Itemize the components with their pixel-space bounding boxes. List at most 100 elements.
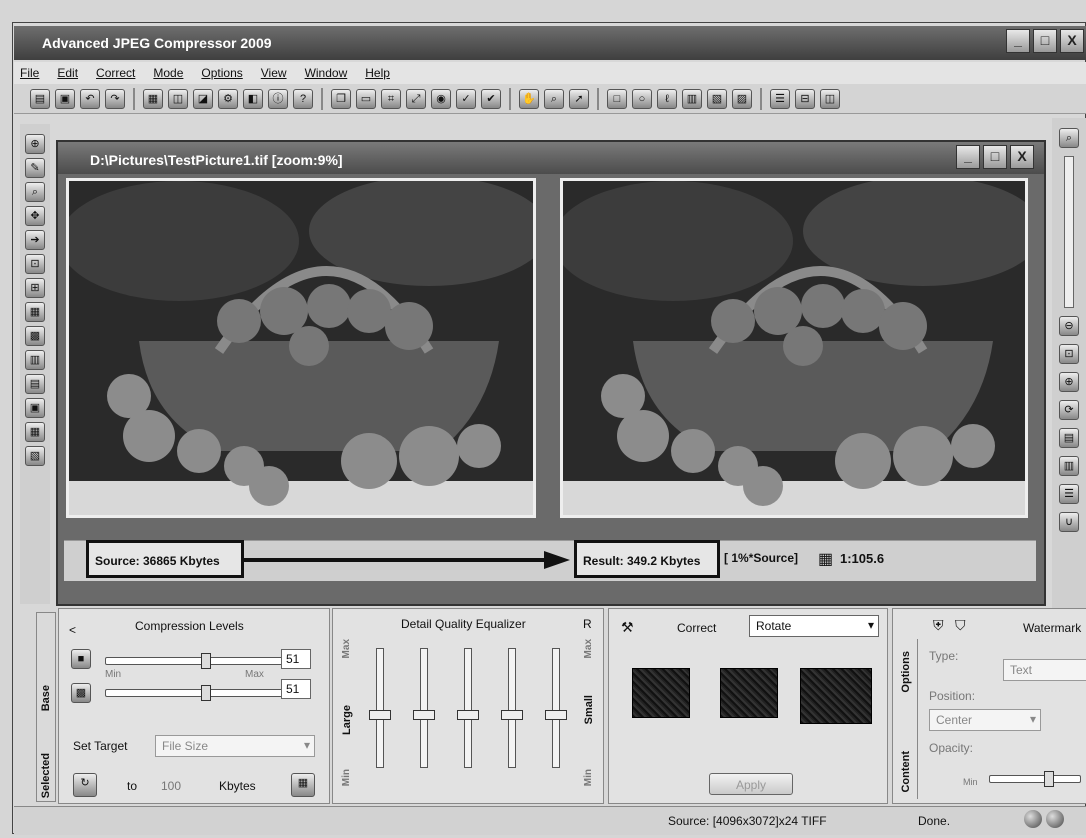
correct-preview-1[interactable] — [632, 668, 690, 718]
rotate-icon[interactable]: ⟳ — [1059, 400, 1079, 420]
menu-help[interactable]: Help — [365, 66, 390, 84]
redo-icon[interactable]: ↷ — [105, 88, 125, 109]
equalizer-band-4[interactable] — [508, 648, 516, 768]
equalizer-band-3[interactable] — [464, 648, 472, 768]
split-vertical-icon[interactable]: ◫ — [820, 88, 840, 109]
zoom-slider[interactable] — [1064, 156, 1074, 308]
lasso-icon[interactable]: ℓ — [657, 88, 677, 109]
watermark-opacity-slider[interactable] — [989, 771, 1081, 787]
columns-icon[interactable]: ▥ — [25, 350, 45, 370]
batch-icon[interactable]: ▦ — [143, 88, 163, 109]
target-calc-icon[interactable]: ▦ — [291, 773, 315, 797]
magnet-icon[interactable]: ∪ — [1059, 512, 1079, 532]
layout-icon[interactable]: ☰ — [770, 88, 790, 109]
fit-icon[interactable]: ⊡ — [1059, 344, 1079, 364]
zoom-select-icon[interactable]: ⌕ — [25, 182, 45, 202]
tab-options[interactable]: Options — [900, 651, 912, 693]
brush-icon[interactable]: ✎ — [25, 158, 45, 178]
menu-file[interactable]: File — [20, 66, 39, 84]
zoom-fit-icon[interactable]: ⊡ — [25, 254, 45, 274]
undo-icon[interactable]: ↶ — [80, 88, 100, 109]
watermark-remove-icon[interactable]: ⛉ — [955, 617, 966, 634]
info-icon[interactable]: ⓘ — [268, 88, 288, 109]
compare-icon[interactable]: ◫ — [168, 88, 188, 109]
resize-icon[interactable]: ⤢ — [406, 88, 426, 109]
film-alt-icon[interactable]: ▦ — [25, 422, 45, 442]
menu-view[interactable]: View — [261, 66, 287, 84]
film-icon[interactable]: ▣ — [25, 398, 45, 418]
arrow-icon[interactable]: ➔ — [25, 230, 45, 250]
tab-base[interactable]: Base — [40, 685, 52, 711]
watermark-position-select[interactable]: Center ▾ — [929, 709, 1041, 731]
doc-close-button[interactable]: X — [1010, 145, 1034, 169]
correct-preview-2[interactable] — [720, 668, 778, 718]
grid-icon[interactable]: ▦ — [25, 302, 45, 322]
zoom-in-icon[interactable]: ⊕ — [25, 134, 45, 154]
watermark-opacity-thumb[interactable] — [1044, 771, 1054, 787]
equalizer-band-3-thumb[interactable] — [457, 710, 479, 720]
equalizer-band-2[interactable] — [420, 648, 428, 768]
help-icon[interactable]: ? — [293, 88, 313, 109]
panel-list-icon[interactable]: ☰ — [1059, 484, 1079, 504]
tab-selected[interactable]: Selected — [40, 753, 52, 798]
settings-icon[interactable]: ⚙ — [218, 88, 238, 109]
preview-icon[interactable]: ◧ — [243, 88, 263, 109]
menu-window[interactable]: Window — [305, 66, 348, 84]
to-value[interactable]: 100 — [161, 779, 181, 793]
doc-minimize-button[interactable]: _ — [956, 145, 980, 169]
check-icon[interactable]: ✓ — [456, 88, 476, 109]
save-icon[interactable]: ▣ — [55, 88, 75, 109]
mask-icon[interactable]: ▥ — [682, 88, 702, 109]
rect-select-icon[interactable]: □ — [607, 88, 627, 109]
panel-alt-icon[interactable]: ▥ — [1059, 456, 1079, 476]
zoom-icon[interactable]: ⌕ — [1059, 128, 1079, 148]
menu-options[interactable]: Options — [201, 66, 242, 84]
zoom-actual-icon[interactable]: ⊞ — [25, 278, 45, 298]
pan-icon[interactable]: ✥ — [25, 206, 45, 226]
rows-icon[interactable]: ▤ — [25, 374, 45, 394]
compression-slider-2[interactable] — [105, 685, 287, 701]
watermark-add-icon[interactable]: ⛨ — [933, 617, 944, 634]
compression-slider-1[interactable] — [105, 653, 287, 669]
zoom-plus-icon[interactable]: ⊕ — [1059, 372, 1079, 392]
equalizer-band-2-thumb[interactable] — [413, 710, 435, 720]
target-apply-icon[interactable]: ↻ — [73, 773, 97, 797]
watermark-type-select[interactable]: Text — [1003, 659, 1086, 681]
result-image-pane[interactable] — [560, 178, 1028, 518]
zoom-out-icon[interactable]: ⊖ — [1059, 316, 1079, 336]
correct-preview-3[interactable] — [800, 668, 872, 724]
copy-icon[interactable]: ❐ — [331, 88, 351, 109]
menu-correct[interactable]: Correct — [96, 66, 135, 84]
equalizer-band-1[interactable] — [376, 648, 384, 768]
crop-icon[interactable]: ⌗ — [381, 88, 401, 109]
hand-icon[interactable]: ✋ — [519, 88, 539, 109]
compression-value-1[interactable]: 51 — [281, 649, 311, 669]
minimize-button[interactable]: _ — [1006, 29, 1030, 53]
apply-button[interactable]: Apply — [709, 773, 793, 795]
check-all-icon[interactable]: ✔ — [481, 88, 501, 109]
target-select[interactable]: File Size ▾ — [155, 735, 315, 757]
doc-maximize-button[interactable]: □ — [983, 145, 1007, 169]
menu-edit[interactable]: Edit — [57, 66, 78, 84]
mask-add-icon[interactable]: ▧ — [707, 88, 727, 109]
equalizer-band-5[interactable] — [552, 648, 560, 768]
paste-icon[interactable]: ▭ — [356, 88, 376, 109]
eye-icon[interactable]: ◉ — [431, 88, 451, 109]
split-horizontal-icon[interactable]: ⊟ — [795, 88, 815, 109]
compression-slider-1-thumb[interactable] — [201, 653, 211, 669]
compression-slider-2-thumb[interactable] — [201, 685, 211, 701]
equalizer-band-5-thumb[interactable] — [545, 710, 567, 720]
filter-icon[interactable]: ◪ — [193, 88, 213, 109]
mask-clear-icon[interactable]: ▨ — [732, 88, 752, 109]
panel-icon[interactable]: ▤ — [1059, 428, 1079, 448]
correct-select[interactable]: Rotate ▾ — [749, 615, 879, 637]
open-icon[interactable]: ▤ — [30, 88, 50, 109]
equalizer-reset-label[interactable]: R — [583, 617, 592, 631]
menu-mode[interactable]: Mode — [153, 66, 183, 84]
grid-alt-icon[interactable]: ▩ — [25, 326, 45, 346]
maximize-button[interactable]: □ — [1033, 29, 1057, 53]
zoom-tool-icon[interactable]: ⌕ — [544, 88, 564, 109]
pointer-icon[interactable]: ➚ — [569, 88, 589, 109]
ellipse-select-icon[interactable]: ○ — [632, 88, 652, 109]
tab-content[interactable]: Content — [900, 751, 912, 793]
